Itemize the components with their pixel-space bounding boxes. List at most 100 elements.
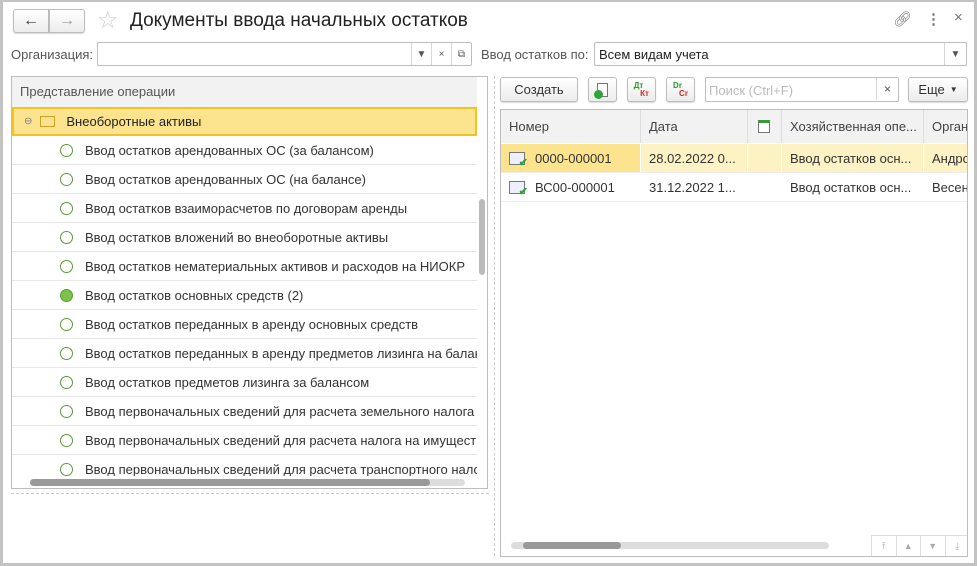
dr-cr-icon-bottom: Cr: [679, 88, 688, 98]
horizontal-scrollbar[interactable]: [12, 476, 487, 488]
tree-item-label: Ввод первоначальных сведений для расчета…: [85, 432, 477, 448]
cell-date: 31.12.2022 1...: [641, 173, 748, 201]
cell-number: 0000-000001: [501, 144, 641, 172]
posted-document-icon: [509, 151, 528, 169]
vertical-scrollbar[interactable]: [477, 77, 487, 478]
input-by-value: Всем видам учета: [599, 47, 709, 62]
tree-item[interactable]: Ввод остатков арендованных ОС (за баланс…: [12, 136, 477, 165]
cell-operation: Ввод остатков осн...: [782, 173, 924, 201]
table-row[interactable]: 0000-000001 28.02.2022 0... Ввод остатко…: [501, 144, 967, 173]
tree-item[interactable]: Ввод остатков взаиморасчетов по договора…: [12, 194, 477, 223]
radio-icon: [60, 462, 73, 476]
scroll-thumb[interactable]: [30, 479, 430, 486]
radio-icon: [60, 172, 73, 186]
column-header-date[interactable]: Дата: [641, 110, 748, 143]
cell-organization: Андропов: [924, 144, 967, 172]
tree-item[interactable]: Ввод первоначальных сведений для расчета…: [12, 397, 477, 426]
organization-field[interactable]: ▼ × ⧉: [97, 42, 472, 66]
dt-kt-button[interactable]: Дт Кт: [627, 77, 656, 102]
tree-item[interactable]: Ввод остатков основных средств (2): [12, 281, 477, 310]
tree-item[interactable]: Ввод остатков вложений во внеоборотные а…: [12, 223, 477, 252]
dropdown-icon[interactable]: ▼: [944, 43, 966, 65]
up-icon[interactable]: ▲: [897, 536, 921, 556]
arrow-left-icon: ←: [23, 12, 39, 29]
input-by-select[interactable]: Всем видам учета ▼: [594, 42, 967, 66]
close-icon[interactable]: ×: [954, 9, 963, 26]
table-row[interactable]: ВС00-000001 31.12.2022 1... Ввод остатко…: [501, 173, 967, 202]
search-input[interactable]: Поиск (Ctrl+F) ×: [705, 77, 899, 102]
tree-group-row[interactable]: ⊖ Внеоборотные активы: [12, 107, 477, 136]
tree-header: Представление операции: [12, 77, 477, 107]
more-menu-icon[interactable]: ⋮: [926, 10, 941, 28]
radio-icon: [60, 143, 73, 157]
cell-edited: [748, 173, 782, 201]
tree-item-label: Ввод остатков предметов лизинга за балан…: [85, 374, 370, 390]
tree-item-label: Ввод первоначальных сведений для расчета…: [85, 403, 475, 419]
dr-cr-button[interactable]: Dr Cr: [666, 77, 695, 102]
navigation-buttons: ⤒ ▲ ▼ ⤓: [871, 535, 968, 556]
forward-button[interactable]: →: [49, 9, 85, 33]
page-title: Документы ввода начальных остатков: [130, 10, 468, 31]
tree-item-label: Ввод первоначальных сведений для расчета…: [85, 461, 477, 477]
down-icon[interactable]: ▼: [921, 536, 946, 556]
column-header-operation[interactable]: Хозяйственная опе...: [782, 110, 924, 143]
cell-edited: [748, 144, 782, 172]
tree-item-label: Ввод остатков взаиморасчетов по договора…: [85, 200, 408, 216]
radio-icon: [60, 433, 73, 447]
collapse-icon[interactable]: ⊖: [24, 116, 32, 127]
create-button[interactable]: Создать: [500, 77, 578, 102]
cell-date: 28.02.2022 0...: [641, 144, 748, 172]
scroll-thumb[interactable]: [523, 542, 621, 549]
tree-item-label: Ввод остатков арендованных ОС (на баланс…: [85, 171, 366, 187]
radio-icon: [60, 288, 73, 302]
cell-organization: Весенний: [924, 173, 967, 201]
tree-item[interactable]: Ввод остатков нематериальных активов и р…: [12, 252, 477, 281]
search-placeholder: Поиск (Ctrl+F): [709, 83, 794, 98]
tree-item[interactable]: Ввод остатков предметов лизинга за балан…: [12, 368, 477, 397]
favorite-star-icon[interactable]: ☆: [97, 6, 119, 35]
link-icon[interactable]: 🔗︎: [893, 10, 912, 28]
tree-item-label: Ввод остатков нематериальных активов и р…: [85, 258, 465, 274]
organization-label: Организация:: [11, 47, 94, 62]
column-header-organization[interactable]: Организ: [924, 110, 967, 143]
tree-item-label: Ввод остатков вложений во внеоборотные а…: [85, 229, 389, 245]
posted-document-icon: [509, 180, 528, 198]
scroll-thumb[interactable]: [479, 199, 485, 275]
arrow-right-icon: →: [59, 12, 75, 29]
last-icon[interactable]: ⤓: [946, 536, 968, 556]
tree-item[interactable]: Ввод остатков переданных в аренду основн…: [12, 310, 477, 339]
folder-icon: [40, 116, 56, 127]
radio-icon: [60, 404, 73, 418]
tree-item-label: Ввод остатков переданных в аренду предме…: [85, 345, 477, 361]
tree-item[interactable]: Ввод первоначальных сведений для расчета…: [12, 426, 477, 455]
create-copy-button[interactable]: [588, 77, 617, 102]
clear-search-icon[interactable]: ×: [876, 78, 898, 100]
more-button[interactable]: Еще ▼: [908, 77, 968, 102]
back-button[interactable]: ←: [13, 9, 49, 33]
operations-tree[interactable]: Представление операции ⊖ Внеоборотные ак…: [11, 76, 488, 489]
cell-number: ВС00-000001: [501, 173, 641, 201]
tree-item[interactable]: Ввод остатков переданных в аренду предме…: [12, 339, 477, 368]
first-icon[interactable]: ⤒: [872, 536, 897, 556]
clear-icon[interactable]: ×: [431, 43, 451, 65]
input-by-label: Ввод остатков по:: [481, 47, 589, 62]
column-header-edited[interactable]: [748, 110, 782, 143]
window: ← → ☆ Документы ввода начальных остатков…: [0, 0, 977, 566]
group-label: Внеоборотные активы: [66, 114, 202, 129]
tree-item[interactable]: Ввод остатков арендованных ОС (на баланс…: [12, 165, 477, 194]
dt-kt-icon-bottom: Кт: [640, 88, 649, 98]
tree-item-label: Ввод остатков переданных в аренду основн…: [85, 316, 419, 332]
radio-icon: [60, 259, 73, 273]
cell-operation: Ввод остатков осн...: [782, 144, 924, 172]
radio-icon: [60, 317, 73, 331]
add-document-icon: [594, 82, 608, 99]
more-label: Еще: [918, 82, 945, 97]
dropdown-icon[interactable]: ▼: [411, 43, 431, 65]
open-icon[interactable]: ⧉: [451, 43, 471, 65]
column-header-number[interactable]: Номер: [501, 110, 641, 143]
documents-table[interactable]: Номер Дата Хозяйственная опе... Организ …: [500, 109, 968, 557]
radio-icon: [60, 201, 73, 215]
tree-item-label: Ввод остатков основных средств (2): [85, 287, 304, 303]
radio-icon: [60, 346, 73, 360]
tree-item-label: Ввод остатков арендованных ОС (за баланс…: [85, 142, 374, 158]
